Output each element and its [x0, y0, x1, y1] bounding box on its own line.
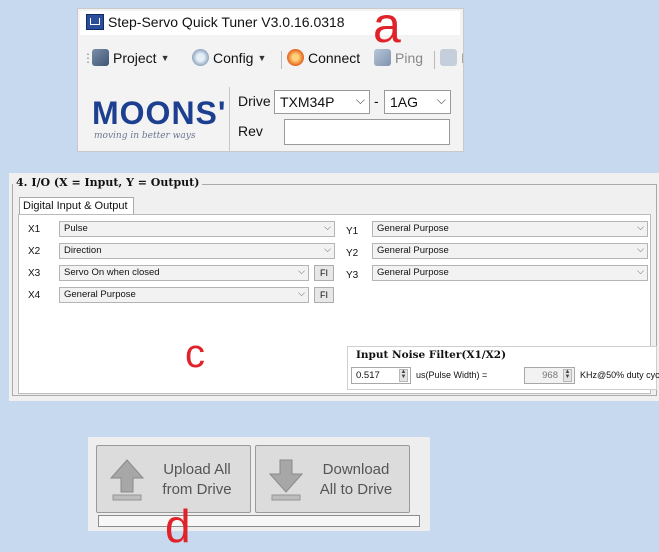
chevron-down-icon: ⌵: [324, 222, 331, 232]
download-arrow-icon: [268, 459, 304, 501]
input-x2-value: Direction: [64, 245, 102, 256]
window-title: Step-Servo Quick Tuner V3.0.16.0318: [108, 14, 345, 30]
input-x2-select[interactable]: Direction ⌵: [59, 243, 335, 259]
input-x3-select[interactable]: Servo On when closed ⌵: [59, 265, 309, 281]
chevron-down-icon: ▼: [257, 52, 267, 63]
chevron-down-icon: ⌵: [637, 266, 644, 276]
input-x4-value: General Purpose: [64, 289, 136, 300]
input-label-x4: X4: [28, 290, 41, 301]
input-x1-value: Pulse: [64, 223, 88, 234]
drive-dash: -: [374, 93, 379, 109]
spinner-arrows-icon[interactable]: ▲ ▼: [399, 369, 408, 382]
input-label-x3: X3: [28, 268, 41, 279]
brand-name: MOONS': [92, 95, 227, 131]
output-y3-value: General Purpose: [377, 267, 449, 278]
toolbar-separator: [434, 51, 435, 69]
noise-filter-us-unit: us(Pulse Width) =: [416, 370, 488, 380]
toolbar: ⋮ Project ▼ Config ▼ Connect Ping I: [80, 45, 463, 73]
brand-tagline: moving in better ways: [94, 131, 196, 141]
tuner-window-header: Step-Servo Quick Tuner V3.0.16.0318 ⋮ Pr…: [77, 8, 464, 152]
monitor-icon: [440, 49, 457, 66]
rev-label: Rev: [238, 123, 263, 139]
download-all-button[interactable]: Download All to Drive: [255, 445, 410, 513]
input-label-x1: X1: [28, 224, 41, 235]
transfer-panel: Upload All from Drive Download All to Dr…: [88, 437, 430, 531]
output-y2-value: General Purpose: [377, 245, 449, 256]
chevron-down-icon: ⌵: [298, 266, 305, 276]
truncated-label: I: [461, 50, 463, 66]
input-x3-value: Servo On when closed: [64, 267, 160, 278]
connect-label: Connect: [308, 49, 361, 66]
upload-label-line1: Upload All: [163, 461, 231, 478]
spinner-arrows-icon[interactable]: ▲ ▼: [563, 369, 572, 382]
input-label-x2: X2: [28, 246, 41, 257]
chevron-down-icon: ⌵: [324, 244, 331, 254]
drive-model-value: TXM34P: [280, 94, 335, 110]
download-label-line2: All to Drive: [319, 481, 393, 498]
config-label: Config: [213, 49, 254, 66]
noise-filter-us-value: 0.517: [356, 370, 380, 381]
noise-filter-khz-input[interactable]: 968 ▲ ▼: [524, 367, 575, 384]
input-x4-select[interactable]: General Purpose ⌵: [59, 287, 309, 303]
config-menu-button[interactable]: Config ▼: [192, 49, 266, 66]
project-icon: [92, 49, 109, 66]
chevron-down-icon: ⌵: [436, 93, 446, 107]
connect-button[interactable]: Connect: [287, 49, 360, 66]
rev-field[interactable]: [284, 119, 450, 145]
chevron-down-icon: ⌵: [637, 222, 644, 232]
output-y2-select[interactable]: General Purpose ⌵: [372, 243, 648, 259]
app-window-icon: [86, 14, 104, 30]
chevron-down-icon: ⌵: [355, 93, 365, 107]
output-label-y3: Y3: [346, 270, 359, 281]
drive-variant-value: 1AG: [390, 94, 419, 110]
connect-icon: [287, 49, 304, 66]
output-y3-select[interactable]: General Purpose ⌵: [372, 265, 648, 281]
section-title: 4. I/O (X = Input, Y = Output): [13, 176, 203, 189]
upload-arrow-icon: [109, 459, 145, 501]
noise-filter-khz-value: 968: [542, 370, 558, 381]
panel-letter-d: d: [165, 500, 191, 552]
toolbar-separator: [281, 51, 282, 69]
output-label-y1: Y1: [346, 226, 359, 237]
drive-label: Drive: [238, 93, 271, 109]
panel-letter-a: a: [373, 0, 401, 53]
noise-filter-title: Input Noise Filter(X1/X2): [354, 349, 509, 361]
project-menu-button[interactable]: Project ▼: [92, 49, 170, 66]
noise-filter-us-input[interactable]: 0.517 ▲ ▼: [351, 367, 411, 384]
output-y1-select[interactable]: General Purpose ⌵: [372, 221, 648, 237]
panel-letter-c: c: [185, 332, 205, 376]
fi-button-x4[interactable]: FI: [314, 287, 334, 303]
gear-icon: [192, 49, 209, 66]
project-label: Project: [113, 49, 157, 66]
title-bar: Step-Servo Quick Tuner V3.0.16.0318: [80, 11, 460, 35]
chevron-down-icon: ⌵: [637, 244, 644, 254]
chevron-down-icon: ⌵: [298, 288, 305, 298]
drive-variant-select[interactable]: 1AG ⌵: [384, 90, 451, 114]
download-label-line1: Download: [322, 461, 390, 478]
output-label-y2: Y2: [346, 248, 359, 259]
toolbar-item-truncated[interactable]: I: [440, 49, 463, 66]
io-config-panel: 4. I/O (X = Input, Y = Output) Digital I…: [9, 173, 659, 401]
divider: [229, 87, 230, 151]
output-y1-value: General Purpose: [377, 223, 449, 234]
transfer-progress-bar: [98, 515, 420, 527]
input-x1-select[interactable]: Pulse ⌵: [59, 221, 335, 237]
moons-logo: MOONS' moving in better ways: [92, 95, 238, 149]
noise-filter-khz-unit: KHz@50% duty cycle: [580, 370, 659, 380]
fi-button-x3[interactable]: FI: [314, 265, 334, 281]
drive-model-select[interactable]: TXM34P ⌵: [274, 90, 370, 114]
chevron-down-icon: ▼: [160, 52, 170, 63]
upload-label-line2: from Drive: [162, 481, 232, 498]
